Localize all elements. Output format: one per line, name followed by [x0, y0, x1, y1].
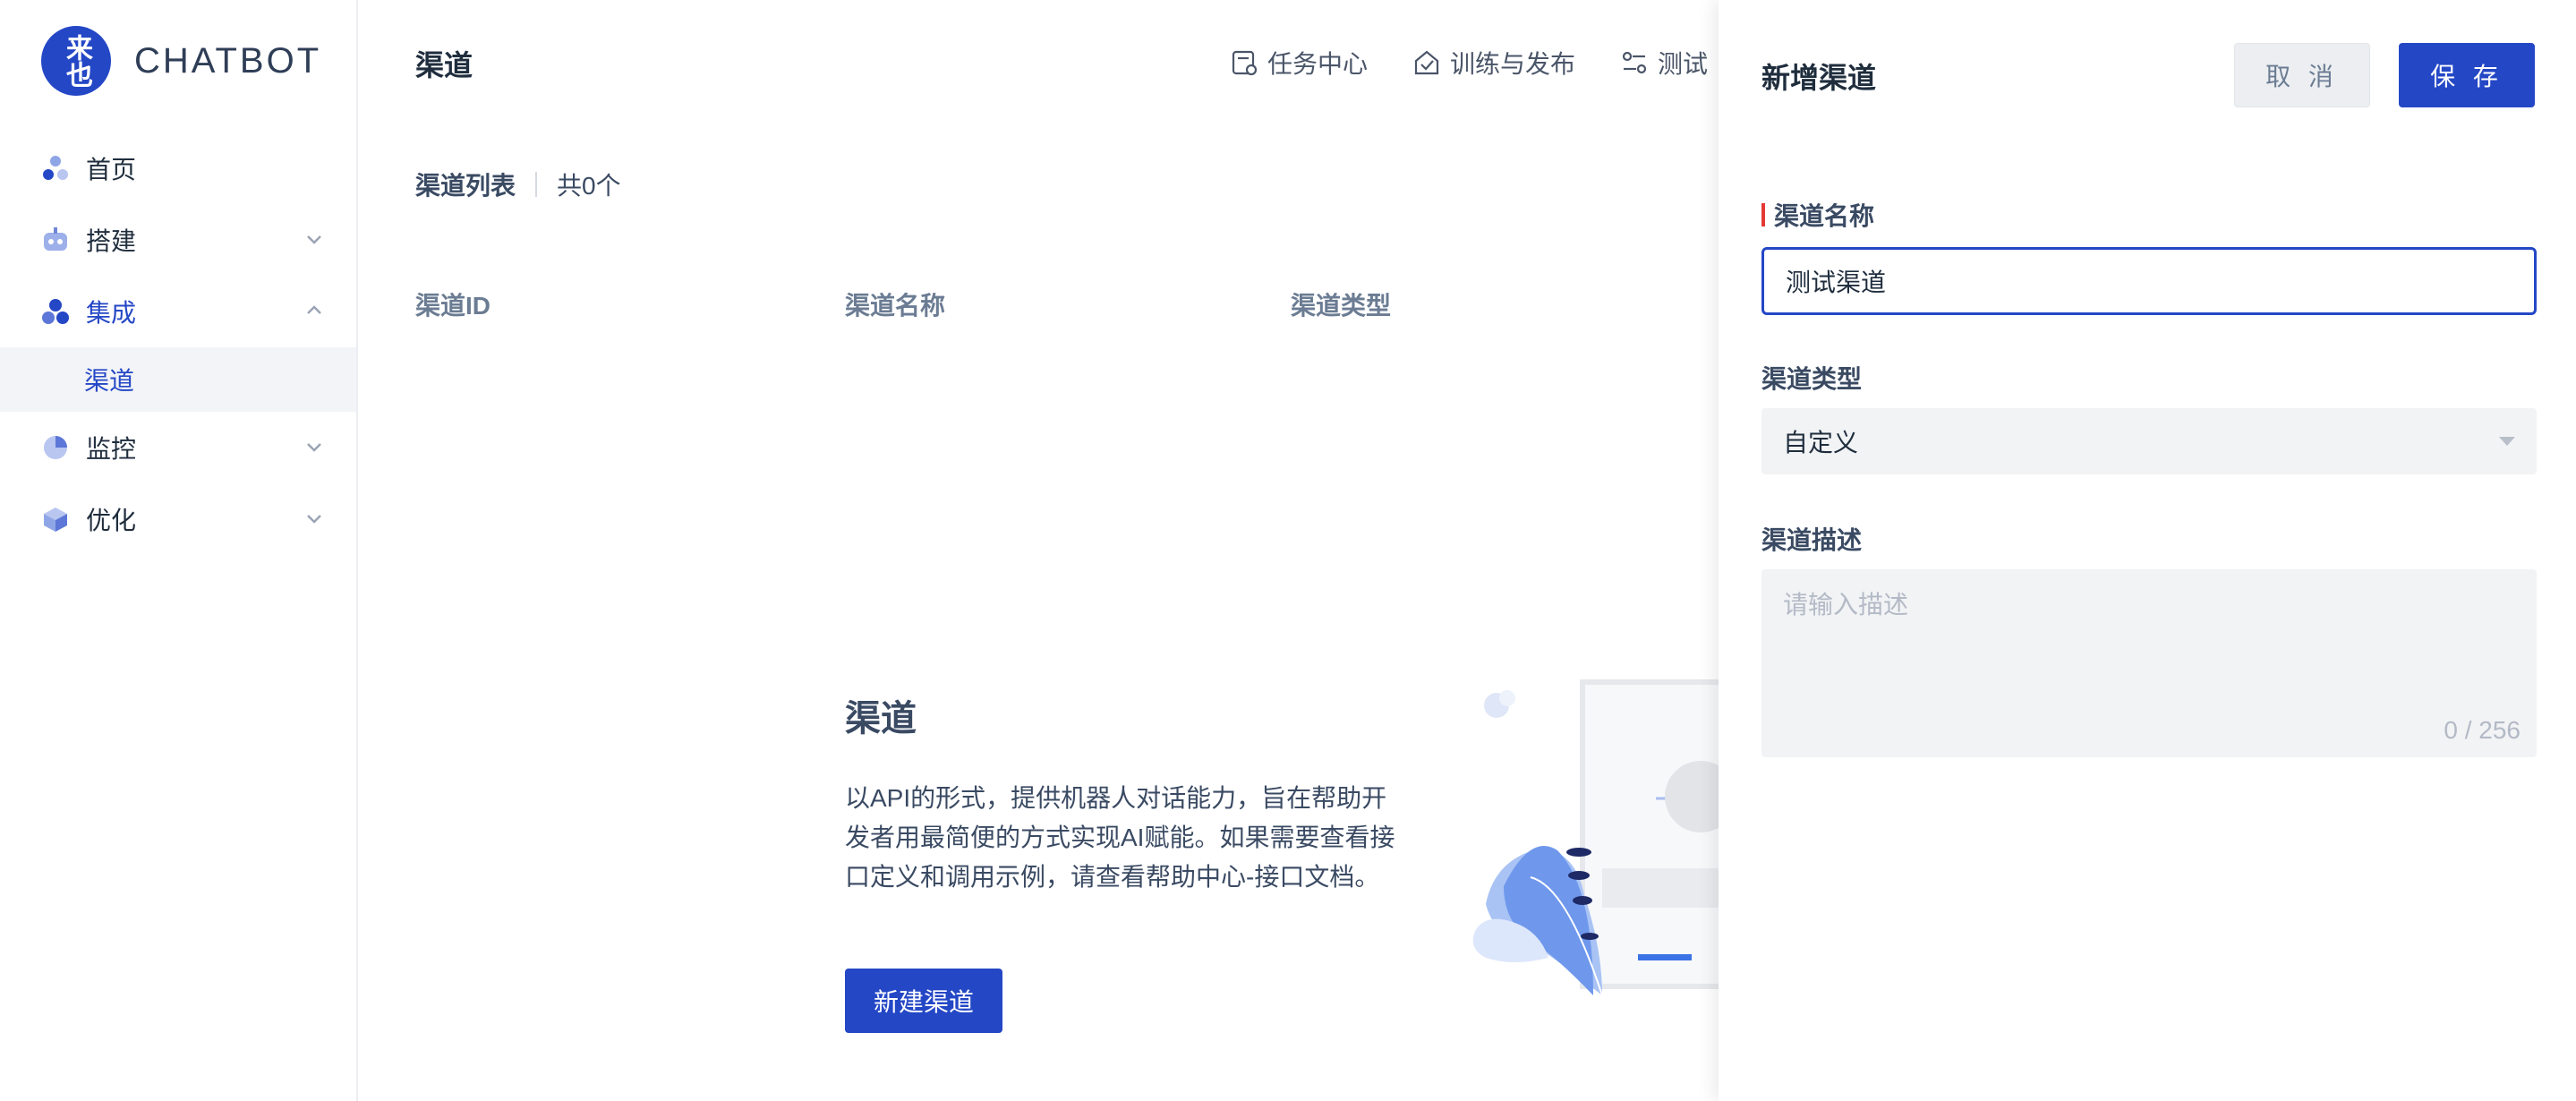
empty-state-title: 渠道	[845, 699, 917, 738]
channel-desc-wrapper: 0 / 256	[1761, 569, 2537, 757]
channel-name-input[interactable]	[1761, 247, 2537, 315]
sidebar-item-label: 优化	[86, 507, 137, 534]
column-header-id[interactable]: 渠道ID	[415, 286, 490, 322]
task-icon	[1232, 50, 1258, 76]
new-channel-button[interactable]: 新建渠道	[845, 969, 1002, 1033]
chevron-up-icon	[307, 305, 321, 314]
home-nodes-icon	[41, 154, 70, 183]
chevron-down-icon	[307, 235, 321, 244]
add-channel-drawer: 新增渠道 取 消 保 存 渠道名称 渠道类型 自定义 渠道描述 0 / 256	[1719, 0, 2576, 1101]
channel-desc-textarea[interactable]	[1761, 569, 2537, 757]
publish-icon	[1414, 50, 1439, 75]
pie-chart-icon	[41, 433, 70, 462]
test-icon	[1622, 51, 1647, 74]
channel-type-label: 渠道类型	[1761, 360, 1862, 396]
sidebar: 来也 CHATBOT 首页 搭建 集成 渠道 监控 优化	[0, 0, 358, 1101]
sidebar-item-integration[interactable]: 集成	[0, 276, 356, 347]
channel-desc-label: 渠道描述	[1761, 521, 1862, 557]
logo-mark: 来也	[41, 26, 111, 96]
channel-name-label-text: 渠道名称	[1774, 202, 1875, 230]
page-title: 渠道	[415, 49, 473, 81]
sidebar-nav: 首页 搭建 集成 渠道 监控 优化	[0, 132, 356, 555]
channel-type-label-text: 渠道类型	[1761, 365, 1863, 393]
robot-icon	[41, 226, 70, 254]
integration-icon	[41, 297, 70, 326]
sidebar-item-home[interactable]: 首页	[0, 132, 356, 204]
channel-desc-label-text: 渠道描述	[1761, 526, 1863, 554]
channel-type-select[interactable]: 自定义	[1761, 408, 2537, 474]
cube-icon	[41, 505, 70, 533]
test-link[interactable]: 测试	[1620, 45, 1708, 81]
column-header-name[interactable]: 渠道名称	[845, 286, 945, 322]
sidebar-subitem-channel[interactable]: 渠道	[0, 347, 356, 412]
top-link-label: 测试	[1658, 50, 1709, 78]
top-links: 任务中心 训练与发布 测试	[1230, 45, 1753, 81]
empty-state-description: 以API的形式，提供机器人对话能力，旨在帮助开发者用最简便的方式实现AI赋能。如…	[845, 784, 1395, 891]
list-header: 渠道列表 共0个	[415, 166, 621, 202]
logo-glyph: 来也	[62, 34, 91, 88]
drawer-title: 新增渠道	[1761, 62, 1877, 94]
save-button[interactable]: 保 存	[2399, 43, 2535, 107]
task-center-link[interactable]: 任务中心	[1230, 45, 1368, 81]
chevron-down-icon	[307, 443, 321, 452]
list-count: 共0个	[557, 172, 621, 200]
train-publish-link[interactable]: 训练与发布	[1412, 45, 1575, 81]
column-header-type[interactable]: 渠道类型	[1291, 286, 1391, 322]
sidebar-item-label: 搭建	[86, 227, 137, 255]
required-marker	[1761, 203, 1765, 226]
sidebar-item-label: 监控	[86, 435, 137, 463]
cancel-button[interactable]: 取 消	[2234, 43, 2370, 107]
divider	[535, 172, 538, 197]
logo[interactable]: 来也 CHATBOT	[41, 26, 321, 96]
char-counter: 0 / 256	[2444, 716, 2521, 744]
sidebar-subitem-label: 渠道	[84, 367, 135, 395]
top-link-label: 任务中心	[1267, 50, 1369, 78]
chevron-down-icon	[307, 515, 321, 524]
sidebar-item-optimize[interactable]: 优化	[0, 483, 356, 555]
channel-type-value: 自定义	[1783, 429, 1859, 457]
top-link-label: 训练与发布	[1450, 50, 1576, 78]
caret-down-icon	[2499, 437, 2515, 446]
list-title: 渠道列表	[415, 172, 516, 200]
channel-name-label: 渠道名称	[1761, 197, 1874, 233]
logo-text: CHATBOT	[134, 40, 322, 81]
sidebar-item-label: 集成	[86, 299, 137, 327]
sidebar-item-monitor[interactable]: 监控	[0, 412, 356, 483]
sidebar-item-label: 首页	[86, 156, 137, 184]
sidebar-item-build[interactable]: 搭建	[0, 204, 356, 276]
